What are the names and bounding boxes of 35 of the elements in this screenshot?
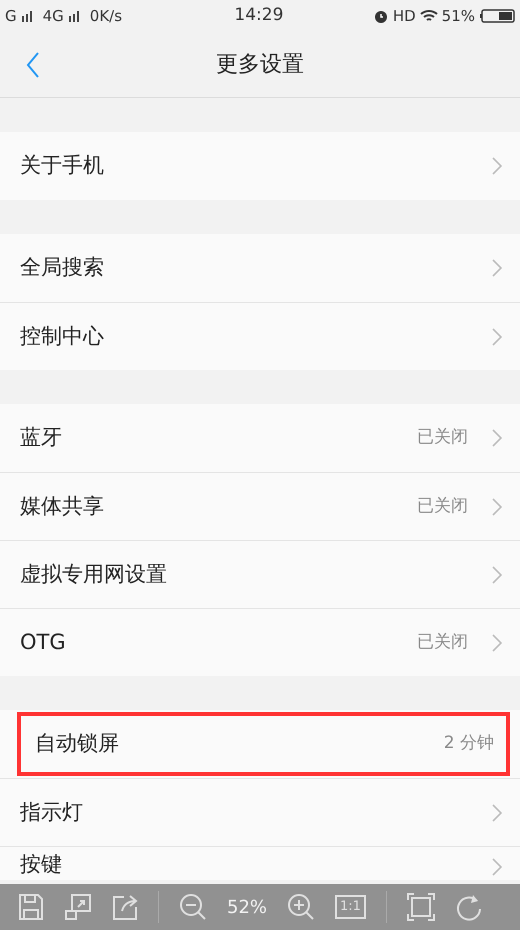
settings-row[interactable]: 按键 [0,846,520,880]
settings-row[interactable]: 媒体共享 已关闭 [0,472,520,540]
status-time: 14:29 [233,4,284,28]
zoom-level: 52% [227,896,268,920]
settings-row[interactable]: 关于手机 [0,132,520,200]
carrier-label: G [5,6,17,27]
zoom-in-icon[interactable] [287,893,316,921]
alarm-icon [372,8,389,24]
page-title: 更多设置 [216,51,304,79]
settings-row[interactable]: 全局搜索 [0,234,520,302]
settings-row[interactable]: 虚拟专用网设置 [0,540,520,608]
battery-icon [479,9,515,23]
row-value: 已关闭 [417,494,468,518]
settings-row[interactable]: 指示灯 [0,778,520,846]
row-value: 已关闭 [417,630,468,654]
speed-label: 0K/s [90,6,122,27]
hd-label: HD [392,6,416,27]
save-icon[interactable] [18,893,44,921]
settings-row[interactable]: OTG 已关闭 [0,608,520,676]
wifi-icon [420,9,438,23]
settings-row[interactable]: 控制中心 [0,302,520,370]
rotate-icon[interactable] [454,893,483,921]
resize-icon[interactable] [64,893,92,921]
share-icon[interactable] [112,893,138,921]
row-value: 已关闭 [417,426,468,450]
fit-screen-icon[interactable] [406,893,435,921]
network-label: 4G [42,6,64,27]
row-value: 2 分钟 [444,732,494,756]
settings-row[interactable]: 自动锁屏 2 分钟 [15,710,512,778]
zoom-out-icon[interactable] [179,893,207,921]
battery-percent: 51% [442,6,475,27]
settings-row[interactable]: 蓝牙 已关闭 [0,404,520,472]
signal-icon [20,10,35,22]
back-icon[interactable] [26,52,40,78]
signal-icon [68,10,82,22]
